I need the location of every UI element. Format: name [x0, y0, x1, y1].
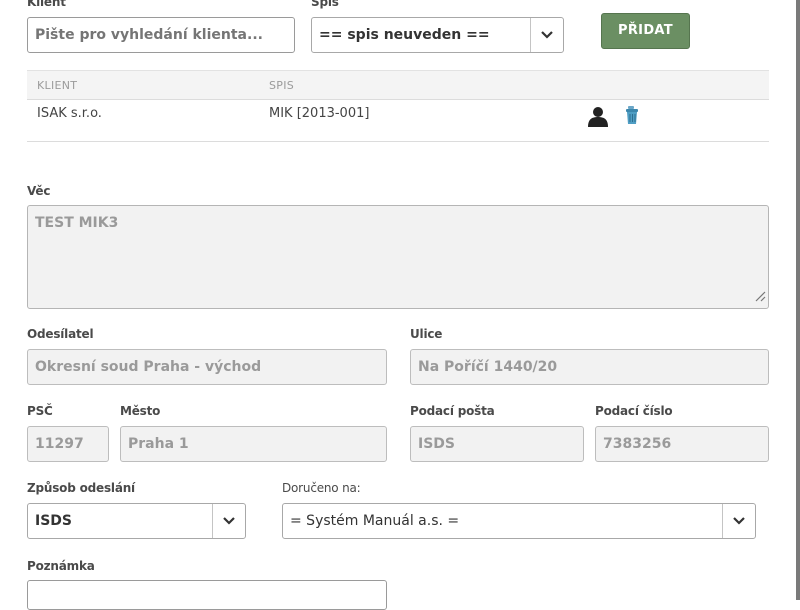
city-label: Město	[120, 404, 161, 418]
column-header-client: KLIENT	[37, 79, 78, 92]
zip-label: PSČ	[27, 404, 53, 418]
column-header-file: SPIS	[269, 79, 295, 92]
street-label: Ulice	[410, 327, 443, 341]
city-field[interactable]: Praha 1	[120, 426, 387, 462]
post-number-label: Podací číslo	[595, 404, 673, 418]
chevron-down-icon[interactable]	[530, 18, 563, 52]
user-icon[interactable]	[587, 106, 609, 131]
trash-icon[interactable]	[625, 106, 639, 129]
delivery-method-label: Způsob odeslání	[27, 481, 135, 495]
row-file: MIK [2013-001]	[269, 106, 370, 121]
window-edge	[796, 0, 800, 600]
chevron-down-icon[interactable]	[722, 504, 755, 538]
add-button[interactable]: PŘIDAT	[601, 13, 690, 49]
client-label: Klient	[27, 0, 66, 9]
file-select-value: == spis neuveden ==	[319, 27, 490, 43]
chevron-down-icon[interactable]	[212, 504, 245, 538]
post-office-field[interactable]: ISDS	[410, 426, 584, 462]
post-office-label: Podací pošta	[410, 404, 495, 418]
note-label: Poznámka	[27, 559, 95, 573]
file-select[interactable]: == spis neuveden ==	[311, 17, 564, 53]
sender-label: Odesílatel	[27, 327, 94, 341]
delivered-to-label: Doručeno na:	[282, 481, 361, 495]
delivery-method-select[interactable]: ISDS	[27, 503, 246, 539]
resize-handle-icon[interactable]	[754, 290, 766, 306]
post-number-field[interactable]: 7383256	[595, 426, 769, 462]
subject-value: TEST MIK3	[35, 215, 119, 231]
subject-label: Věc	[27, 184, 51, 198]
table-header: KLIENT SPIS	[27, 70, 769, 100]
subject-textarea[interactable]: TEST MIK3	[27, 205, 769, 309]
row-divider	[27, 141, 769, 142]
delivered-to-value: = Systém Manuál a.s. =	[290, 513, 460, 529]
note-field[interactable]	[27, 580, 387, 610]
client-search-input[interactable]	[27, 17, 295, 53]
zip-field[interactable]: 11297	[27, 426, 109, 462]
street-field[interactable]: Na Poříčí 1440/20	[410, 349, 769, 385]
delivery-method-value: ISDS	[35, 513, 72, 529]
file-label: Spis	[311, 0, 339, 9]
sender-field[interactable]: Okresní soud Praha - východ	[27, 349, 387, 385]
row-client: ISAK s.r.o.	[37, 106, 102, 121]
delivered-to-select[interactable]: = Systém Manuál a.s. =	[282, 503, 756, 539]
